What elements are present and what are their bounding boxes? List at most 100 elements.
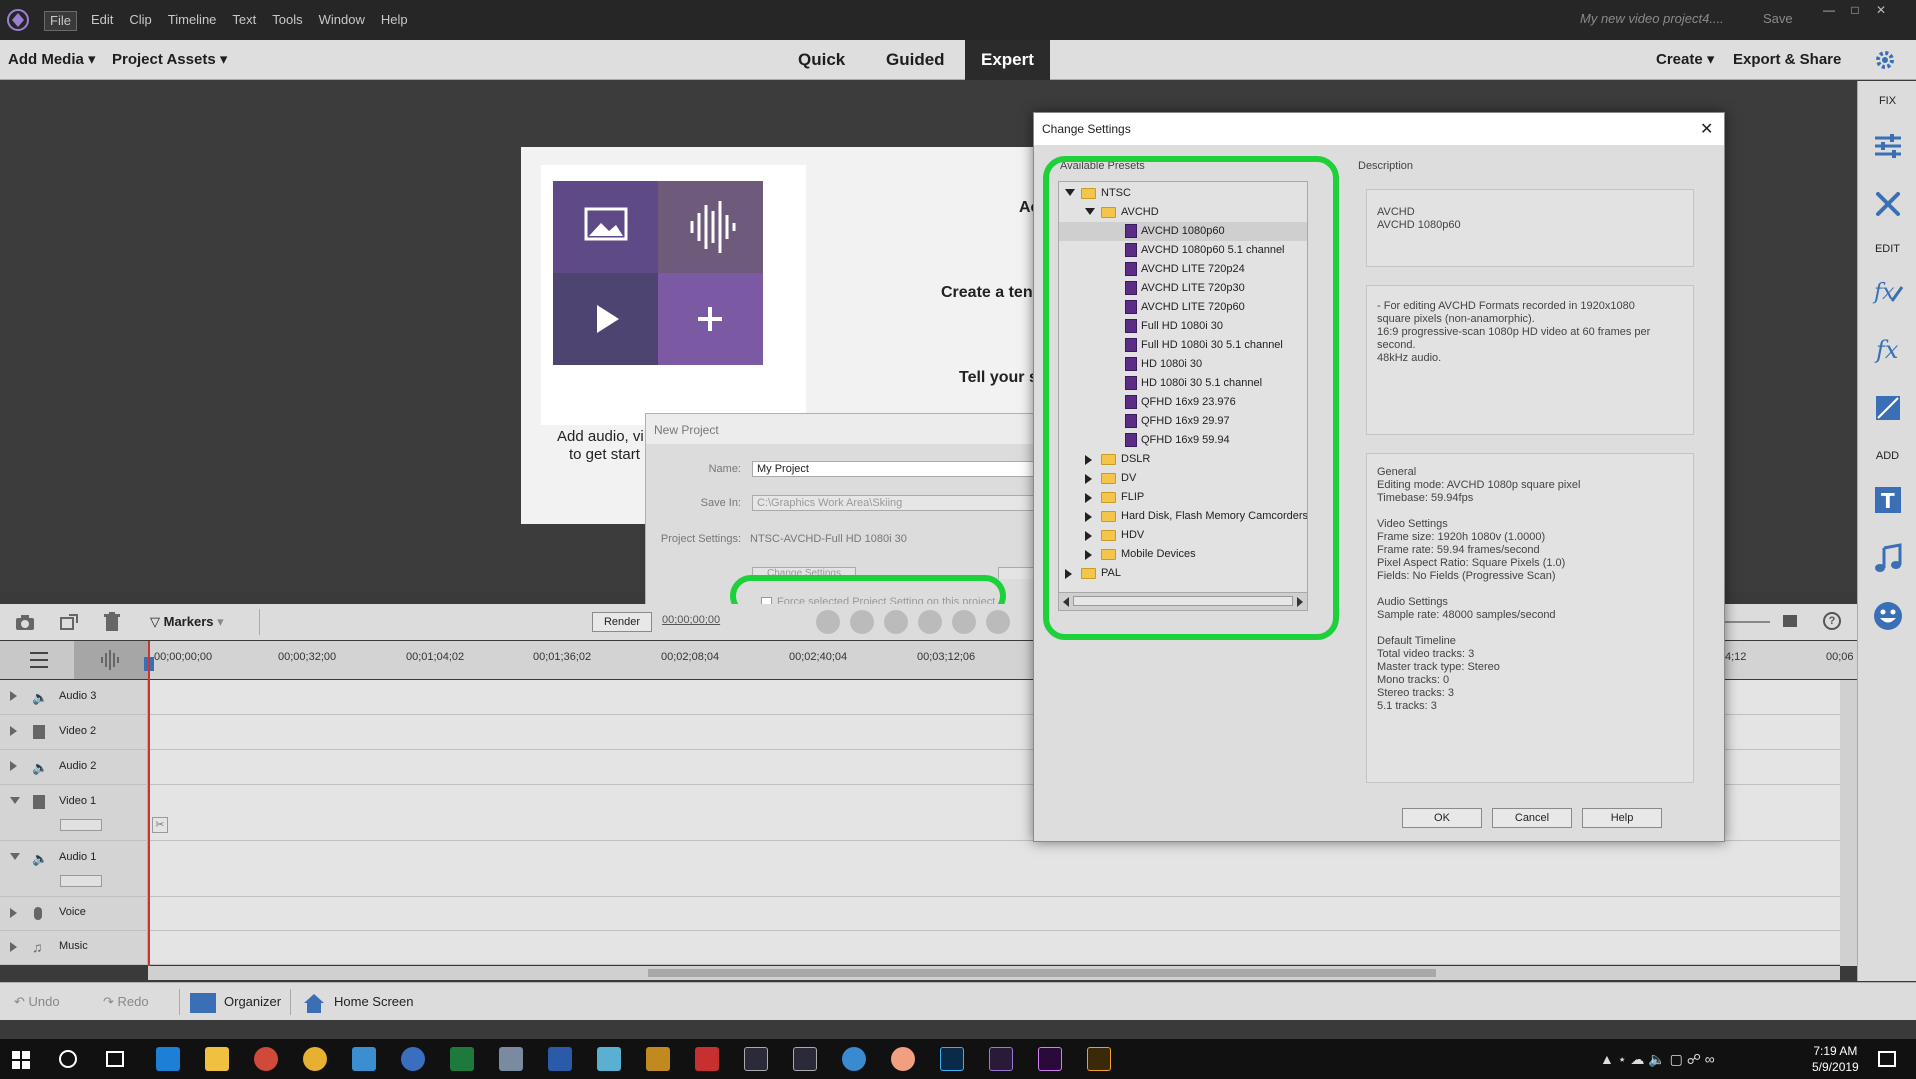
expand-track-icon[interactable] bbox=[10, 942, 17, 952]
effects-icon[interactable]: fx bbox=[1872, 333, 1904, 365]
chrome-icon[interactable] bbox=[303, 1047, 327, 1071]
resize-icon[interactable] bbox=[58, 612, 80, 632]
task-view-icon[interactable] bbox=[106, 1051, 124, 1067]
music-note-icon[interactable]: ♫ bbox=[32, 939, 43, 955]
minimize-icon[interactable]: — bbox=[1816, 0, 1842, 22]
film-icon[interactable] bbox=[33, 725, 45, 739]
adjustments-icon[interactable] bbox=[1872, 129, 1904, 161]
scrollbar-thumb[interactable] bbox=[648, 969, 1436, 977]
expand-track-icon[interactable] bbox=[10, 691, 17, 701]
save-in-field[interactable]: C:\Graphics Work Area\Skiing bbox=[752, 495, 1042, 511]
organizer-button[interactable]: Organizer bbox=[190, 983, 281, 1021]
search-icon[interactable] bbox=[59, 1050, 77, 1068]
music-note-icon[interactable] bbox=[1872, 542, 1904, 574]
play-icon[interactable] bbox=[918, 610, 942, 634]
app-icon[interactable] bbox=[254, 1047, 278, 1071]
tab-guided[interactable]: Guided bbox=[870, 40, 961, 80]
system-tray-icons[interactable]: ▲ ⋆ ☁ 🔈 ▢ ☍ ∞ bbox=[1600, 1051, 1715, 1068]
menu-timeline[interactable]: Timeline bbox=[160, 11, 225, 31]
edge-icon[interactable] bbox=[156, 1047, 180, 1071]
menu-help[interactable]: Help bbox=[373, 11, 416, 31]
trash-icon[interactable] bbox=[102, 611, 122, 633]
go-to-start-icon[interactable] bbox=[816, 610, 840, 634]
expand-track-icon[interactable] bbox=[10, 761, 17, 771]
step-forward-icon[interactable] bbox=[986, 610, 1010, 634]
menu-file[interactable]: File bbox=[44, 11, 77, 31]
transitions-icon[interactable] bbox=[1872, 392, 1904, 424]
app-icon[interactable] bbox=[597, 1047, 621, 1071]
create-button[interactable]: Create ▾ bbox=[1656, 40, 1714, 80]
save-button[interactable]: Save bbox=[1763, 11, 1793, 26]
tab-expert[interactable]: Expert bbox=[965, 40, 1050, 80]
app-icon[interactable] bbox=[695, 1047, 719, 1071]
excel-icon[interactable] bbox=[450, 1047, 474, 1071]
track-options-icon[interactable] bbox=[0, 641, 74, 679]
premiere-elements-icon[interactable] bbox=[989, 1047, 1013, 1071]
skype-icon[interactable] bbox=[401, 1047, 425, 1071]
bridge-icon[interactable] bbox=[1087, 1047, 1111, 1071]
app-icon[interactable] bbox=[499, 1047, 523, 1071]
undo-button[interactable]: ↶ Undo bbox=[14, 983, 60, 1021]
export-share-button[interactable]: Export & Share bbox=[1733, 40, 1841, 80]
menu-edit[interactable]: Edit bbox=[83, 11, 121, 31]
word-icon[interactable] bbox=[548, 1047, 572, 1071]
timeline-vertical-scrollbar[interactable] bbox=[1840, 680, 1857, 966]
film-icon[interactable] bbox=[33, 795, 45, 809]
scissors-icon[interactable]: ✂ bbox=[152, 817, 168, 833]
graphics-smiley-icon[interactable] bbox=[1872, 600, 1904, 632]
premiere-pro-icon[interactable] bbox=[1038, 1047, 1062, 1071]
speaker-icon[interactable]: 🔈 bbox=[32, 760, 48, 776]
notifications-icon[interactable] bbox=[1878, 1051, 1896, 1067]
ok-button[interactable]: OK bbox=[1402, 808, 1482, 828]
clock[interactable]: 7:19 AM 5/9/2019 bbox=[1812, 1043, 1859, 1075]
tools-icon[interactable] bbox=[1872, 188, 1904, 220]
expand-track-icon[interactable] bbox=[10, 908, 17, 918]
gear-icon[interactable] bbox=[1874, 49, 1896, 71]
cancel-button[interactable]: Cancel bbox=[1492, 808, 1572, 828]
add-icon[interactable] bbox=[658, 273, 763, 365]
titles-text-icon[interactable]: T bbox=[1872, 484, 1904, 516]
project-assets-button[interactable]: Project Assets ▾ bbox=[112, 40, 227, 80]
photoshop-icon[interactable] bbox=[940, 1047, 964, 1071]
keyframe-nav-icon[interactable] bbox=[60, 819, 102, 831]
speaker-icon[interactable]: 🔈 bbox=[32, 851, 48, 867]
menu-tools[interactable]: Tools bbox=[264, 11, 310, 31]
lightroom-classic-icon[interactable] bbox=[744, 1047, 768, 1071]
audio-waveform-toggle-icon[interactable] bbox=[74, 641, 148, 679]
app-icon[interactable] bbox=[646, 1047, 670, 1071]
menu-text[interactable]: Text bbox=[224, 11, 264, 31]
render-button[interactable]: Render bbox=[592, 612, 652, 632]
markers-button[interactable]: ▽ Markers ▾ bbox=[150, 614, 224, 630]
timeline-horizontal-scrollbar[interactable] bbox=[148, 966, 1840, 980]
camera-icon[interactable] bbox=[14, 612, 36, 632]
collapse-track-icon[interactable] bbox=[10, 797, 20, 804]
lightroom-icon[interactable] bbox=[793, 1047, 817, 1071]
expand-track-icon[interactable] bbox=[10, 726, 17, 736]
maximize-icon[interactable]: □ bbox=[1842, 0, 1868, 22]
redo-button[interactable]: ↷ Redo bbox=[103, 983, 149, 1021]
keyframe-nav-icon[interactable] bbox=[60, 875, 102, 887]
tab-quick[interactable]: Quick bbox=[782, 40, 861, 80]
zoom-slider[interactable] bbox=[1720, 621, 1770, 623]
effects-pen-icon[interactable]: fx bbox=[1872, 275, 1904, 307]
help-button[interactable]: Help bbox=[1582, 808, 1662, 828]
file-explorer-icon[interactable] bbox=[205, 1047, 229, 1071]
project-name-field[interactable]: My Project bbox=[752, 461, 1042, 477]
menu-window[interactable]: Window bbox=[311, 11, 373, 31]
timecode-display[interactable]: 00;00;00;00 bbox=[662, 614, 720, 626]
step-back-icon[interactable] bbox=[850, 610, 874, 634]
collapse-track-icon[interactable] bbox=[10, 853, 20, 860]
windows-start-icon[interactable] bbox=[12, 1051, 30, 1069]
rewind-icon[interactable] bbox=[884, 610, 908, 634]
forward-icon[interactable] bbox=[952, 610, 976, 634]
app-icon[interactable] bbox=[842, 1047, 866, 1071]
close-icon[interactable]: ✕ bbox=[1700, 119, 1713, 139]
menu-clip[interactable]: Clip bbox=[121, 11, 159, 31]
remote-desktop-icon[interactable] bbox=[352, 1047, 376, 1071]
help-icon[interactable]: ? bbox=[1823, 612, 1841, 630]
add-media-button[interactable]: Add Media ▾ bbox=[8, 40, 96, 80]
home-screen-button[interactable]: Home Screen bbox=[302, 983, 413, 1021]
microphone-icon[interactable] bbox=[34, 907, 42, 920]
fit-view-icon[interactable] bbox=[1783, 615, 1797, 627]
app-icon[interactable] bbox=[891, 1047, 915, 1071]
